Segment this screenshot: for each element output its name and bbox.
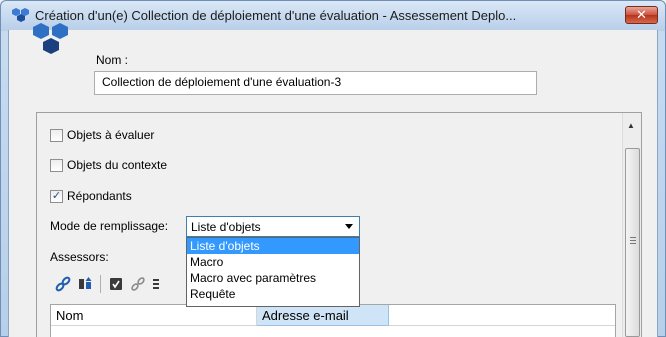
objets-du-contexte-label: Objets du contexte [67, 158, 168, 172]
mode-selected-value: Liste d'objets [191, 220, 261, 234]
nom-label: Nom : [96, 53, 129, 67]
app-logo-icon [12, 8, 29, 22]
link-icon[interactable] [54, 275, 72, 293]
scroll-up-arrow-icon[interactable]: ▲ [627, 121, 635, 130]
mode-option-macro-parametres[interactable]: Macro avec paramètres [187, 270, 359, 286]
objets-a-evaluer-label: Objets à évaluer [67, 128, 155, 142]
collection-icon [33, 23, 68, 54]
scroll-thumb[interactable] [625, 148, 640, 337]
objets-a-evaluer-row[interactable]: Objets à évaluer [50, 127, 154, 143]
assessors-toolbar [54, 274, 173, 294]
mode-option-liste-objets[interactable]: Liste d'objets [187, 238, 359, 254]
import-icon[interactable] [76, 275, 94, 293]
column-header-email[interactable]: Adresse e-mail [257, 305, 389, 326]
assessors-table: Nom Adresse e-mail [50, 304, 616, 337]
repondants-checkbox[interactable]: ✓ [50, 189, 63, 203]
mode-remplissage-select[interactable]: Liste d'objets [186, 216, 360, 237]
checkbox-icon[interactable] [107, 275, 125, 293]
close-button[interactable]: ✕ [625, 6, 658, 24]
chevron-down-icon[interactable] [345, 224, 353, 229]
column-header-nom[interactable]: Nom [51, 305, 257, 326]
objets-a-evaluer-checkbox[interactable] [50, 128, 63, 142]
nom-input[interactable]: Collection de déploiement d'une évaluati… [94, 71, 537, 95]
column-header-filler [389, 305, 615, 326]
repondants-row[interactable]: ✓ Répondants [50, 188, 132, 204]
repondants-label: Répondants [67, 189, 132, 203]
mode-option-macro[interactable]: Macro [187, 254, 359, 270]
list-icon[interactable] [151, 275, 169, 293]
vertical-scrollbar[interactable]: ▲ [622, 113, 641, 337]
toolbar-separator [100, 275, 101, 293]
objets-du-contexte-checkbox[interactable] [50, 158, 63, 172]
assessors-label: Assessors: [50, 250, 109, 264]
mode-option-requete[interactable]: Requête [187, 286, 359, 302]
mode-dropdown-list: Liste d'objets Macro Macro avec paramètr… [186, 237, 360, 307]
window-title: Création d'un(e) Collection de déploieme… [35, 8, 517, 23]
objets-du-contexte-row[interactable]: Objets du contexte [50, 157, 167, 173]
scroll-grip-icon [630, 237, 636, 244]
mode-remplissage-label: Mode de remplissage: [50, 219, 169, 233]
title-bar[interactable]: Création d'un(e) Collection de déploieme… [1, 1, 665, 31]
unlink-icon[interactable] [129, 275, 147, 293]
